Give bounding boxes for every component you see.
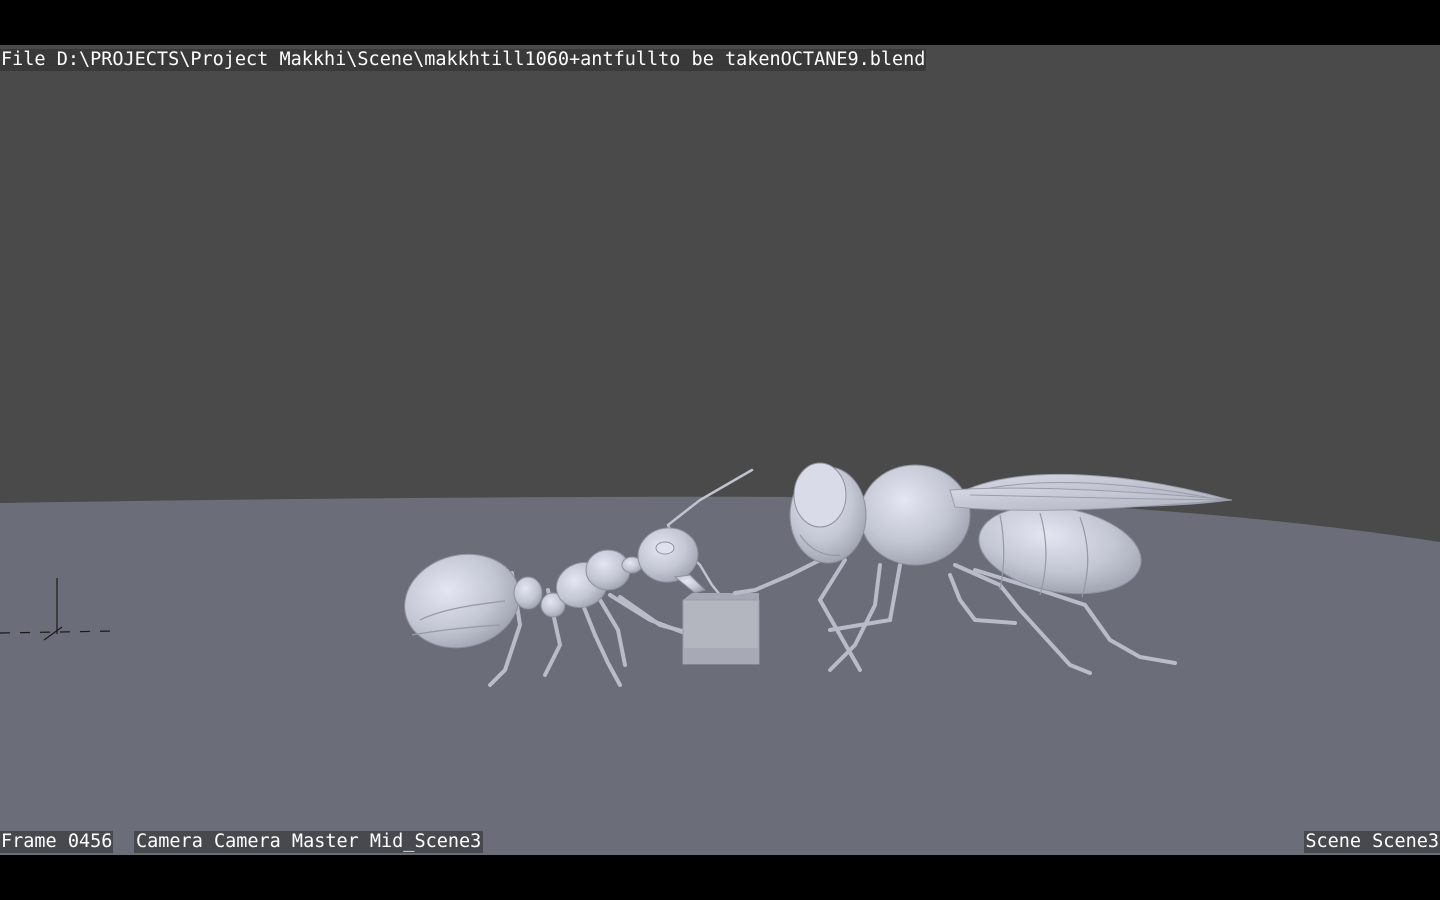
render-viewport[interactable]: File D:\PROJECTS\Project Makkhi\Scene\ma… (0, 45, 1440, 855)
frame-number-stamp: Frame 0456 (0, 831, 114, 853)
cube-mesh[interactable] (682, 593, 760, 665)
render-frame: File D:\PROJECTS\Project Makkhi\Scene\ma… (0, 0, 1440, 900)
ground-plane (0, 496, 1440, 855)
file-path-stamp: File D:\PROJECTS\Project Makkhi\Scene\ma… (0, 49, 927, 71)
camera-name-stamp: Camera Camera Master Mid_Scene3 (134, 831, 484, 853)
scene-render (0, 462, 1440, 855)
scene-name-stamp: Scene Scene3 (1304, 831, 1440, 853)
